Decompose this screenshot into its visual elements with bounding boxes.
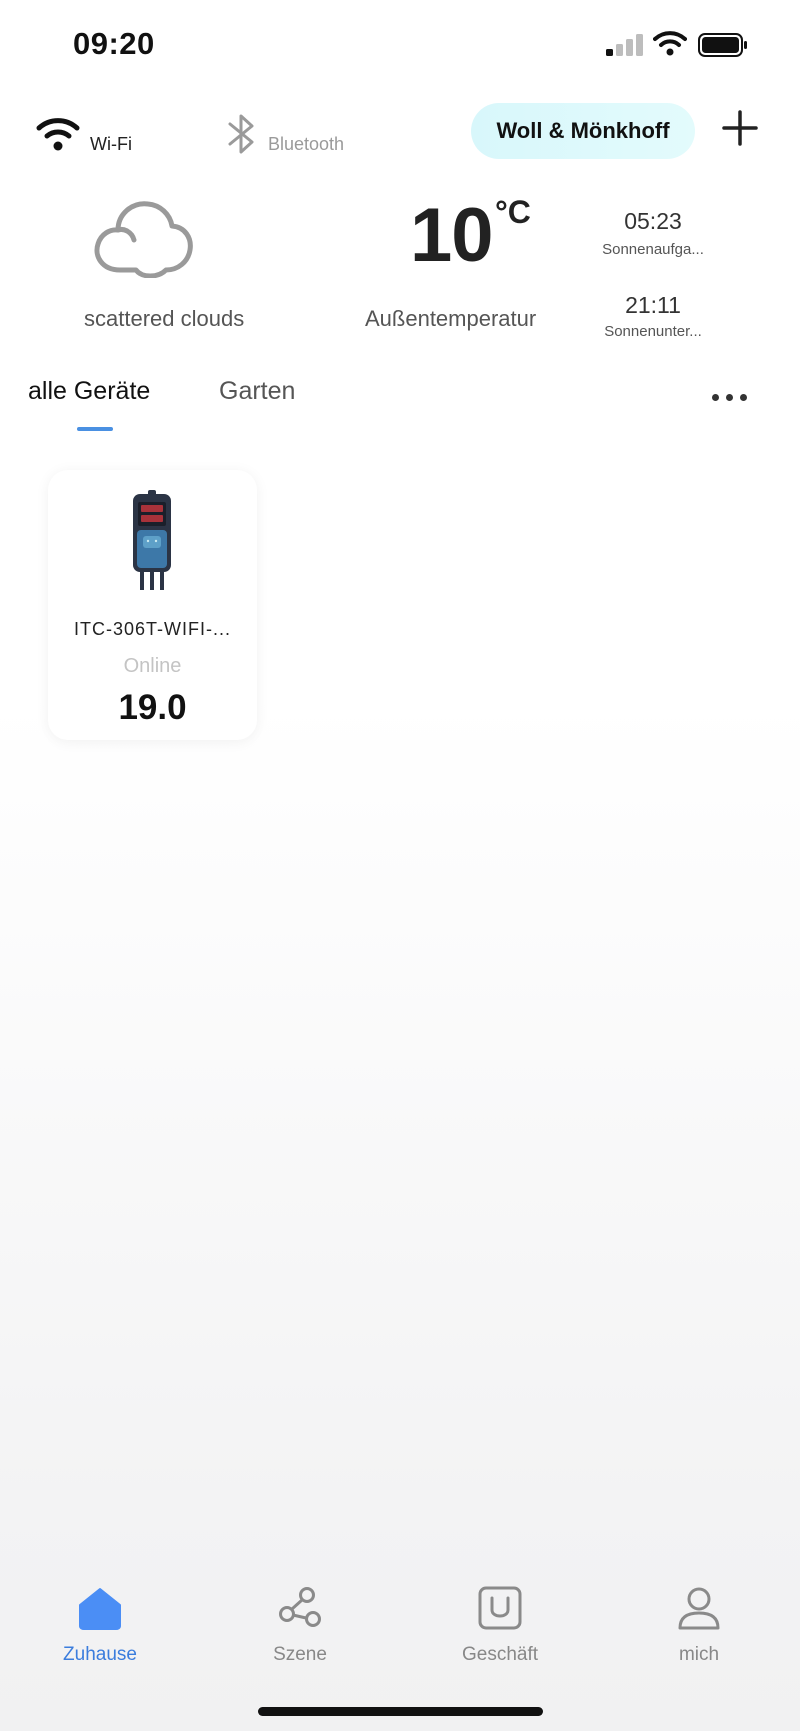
device-name: ITC-306T-WIFI-... xyxy=(73,619,231,639)
add-icon[interactable] xyxy=(720,108,760,148)
nav-home-label: Zuhause xyxy=(63,1644,137,1665)
weather-description: scattered clouds xyxy=(84,306,245,331)
bluetooth-label[interactable]: Bluetooth xyxy=(268,134,344,155)
thermostat-controller-image xyxy=(133,490,171,590)
share-nodes-icon xyxy=(279,1587,321,1627)
wifi-label[interactable]: Wi-Fi xyxy=(90,134,132,155)
nav-scene-label: Szene xyxy=(273,1644,327,1665)
nav-home[interactable]: Zuhause xyxy=(30,1586,170,1666)
nav-shop-label: Geschäft xyxy=(461,1644,539,1665)
sunset-time: 21:11 xyxy=(625,292,681,318)
sunrise-time: 05:23 xyxy=(624,208,682,234)
wifi-icon[interactable] xyxy=(36,115,80,153)
tab-garden[interactable]: Garten xyxy=(219,377,295,406)
nav-me-label: mich xyxy=(678,1644,720,1665)
outdoor-temperature-label: Außentemperatur xyxy=(365,306,537,331)
active-tab-indicator xyxy=(77,427,113,431)
wifi-icon xyxy=(653,31,687,56)
cellular-signal-icon xyxy=(606,34,644,56)
home-indicator[interactable] xyxy=(258,1707,543,1716)
nav-me[interactable]: mich xyxy=(629,1586,769,1666)
person-icon xyxy=(678,1587,720,1630)
sunset-label: Sonnenunter... xyxy=(604,323,702,340)
battery-icon xyxy=(698,33,747,57)
cloud-icon xyxy=(94,201,193,278)
temperature-unit: °C xyxy=(495,194,531,230)
store-icon xyxy=(478,1586,522,1630)
device-value: 19.0 xyxy=(118,688,187,727)
outdoor-temperature: 10 xyxy=(410,193,494,278)
more-options-icon[interactable] xyxy=(712,392,748,404)
home-selector[interactable]: Woll & Mönkhoff xyxy=(471,103,695,159)
nav-shop[interactable]: Geschäft xyxy=(430,1586,570,1666)
status-time: 09:20 xyxy=(73,26,155,61)
nav-scene[interactable]: Szene xyxy=(230,1586,370,1666)
sunrise-label: Sonnenaufga... xyxy=(602,241,704,258)
home-name: Woll & Mönkhoff xyxy=(496,118,670,143)
tab-all-devices[interactable]: alle Geräte xyxy=(28,377,150,406)
device-status: Online xyxy=(123,655,182,677)
bluetooth-icon[interactable] xyxy=(222,113,260,155)
home-icon xyxy=(79,1588,121,1630)
